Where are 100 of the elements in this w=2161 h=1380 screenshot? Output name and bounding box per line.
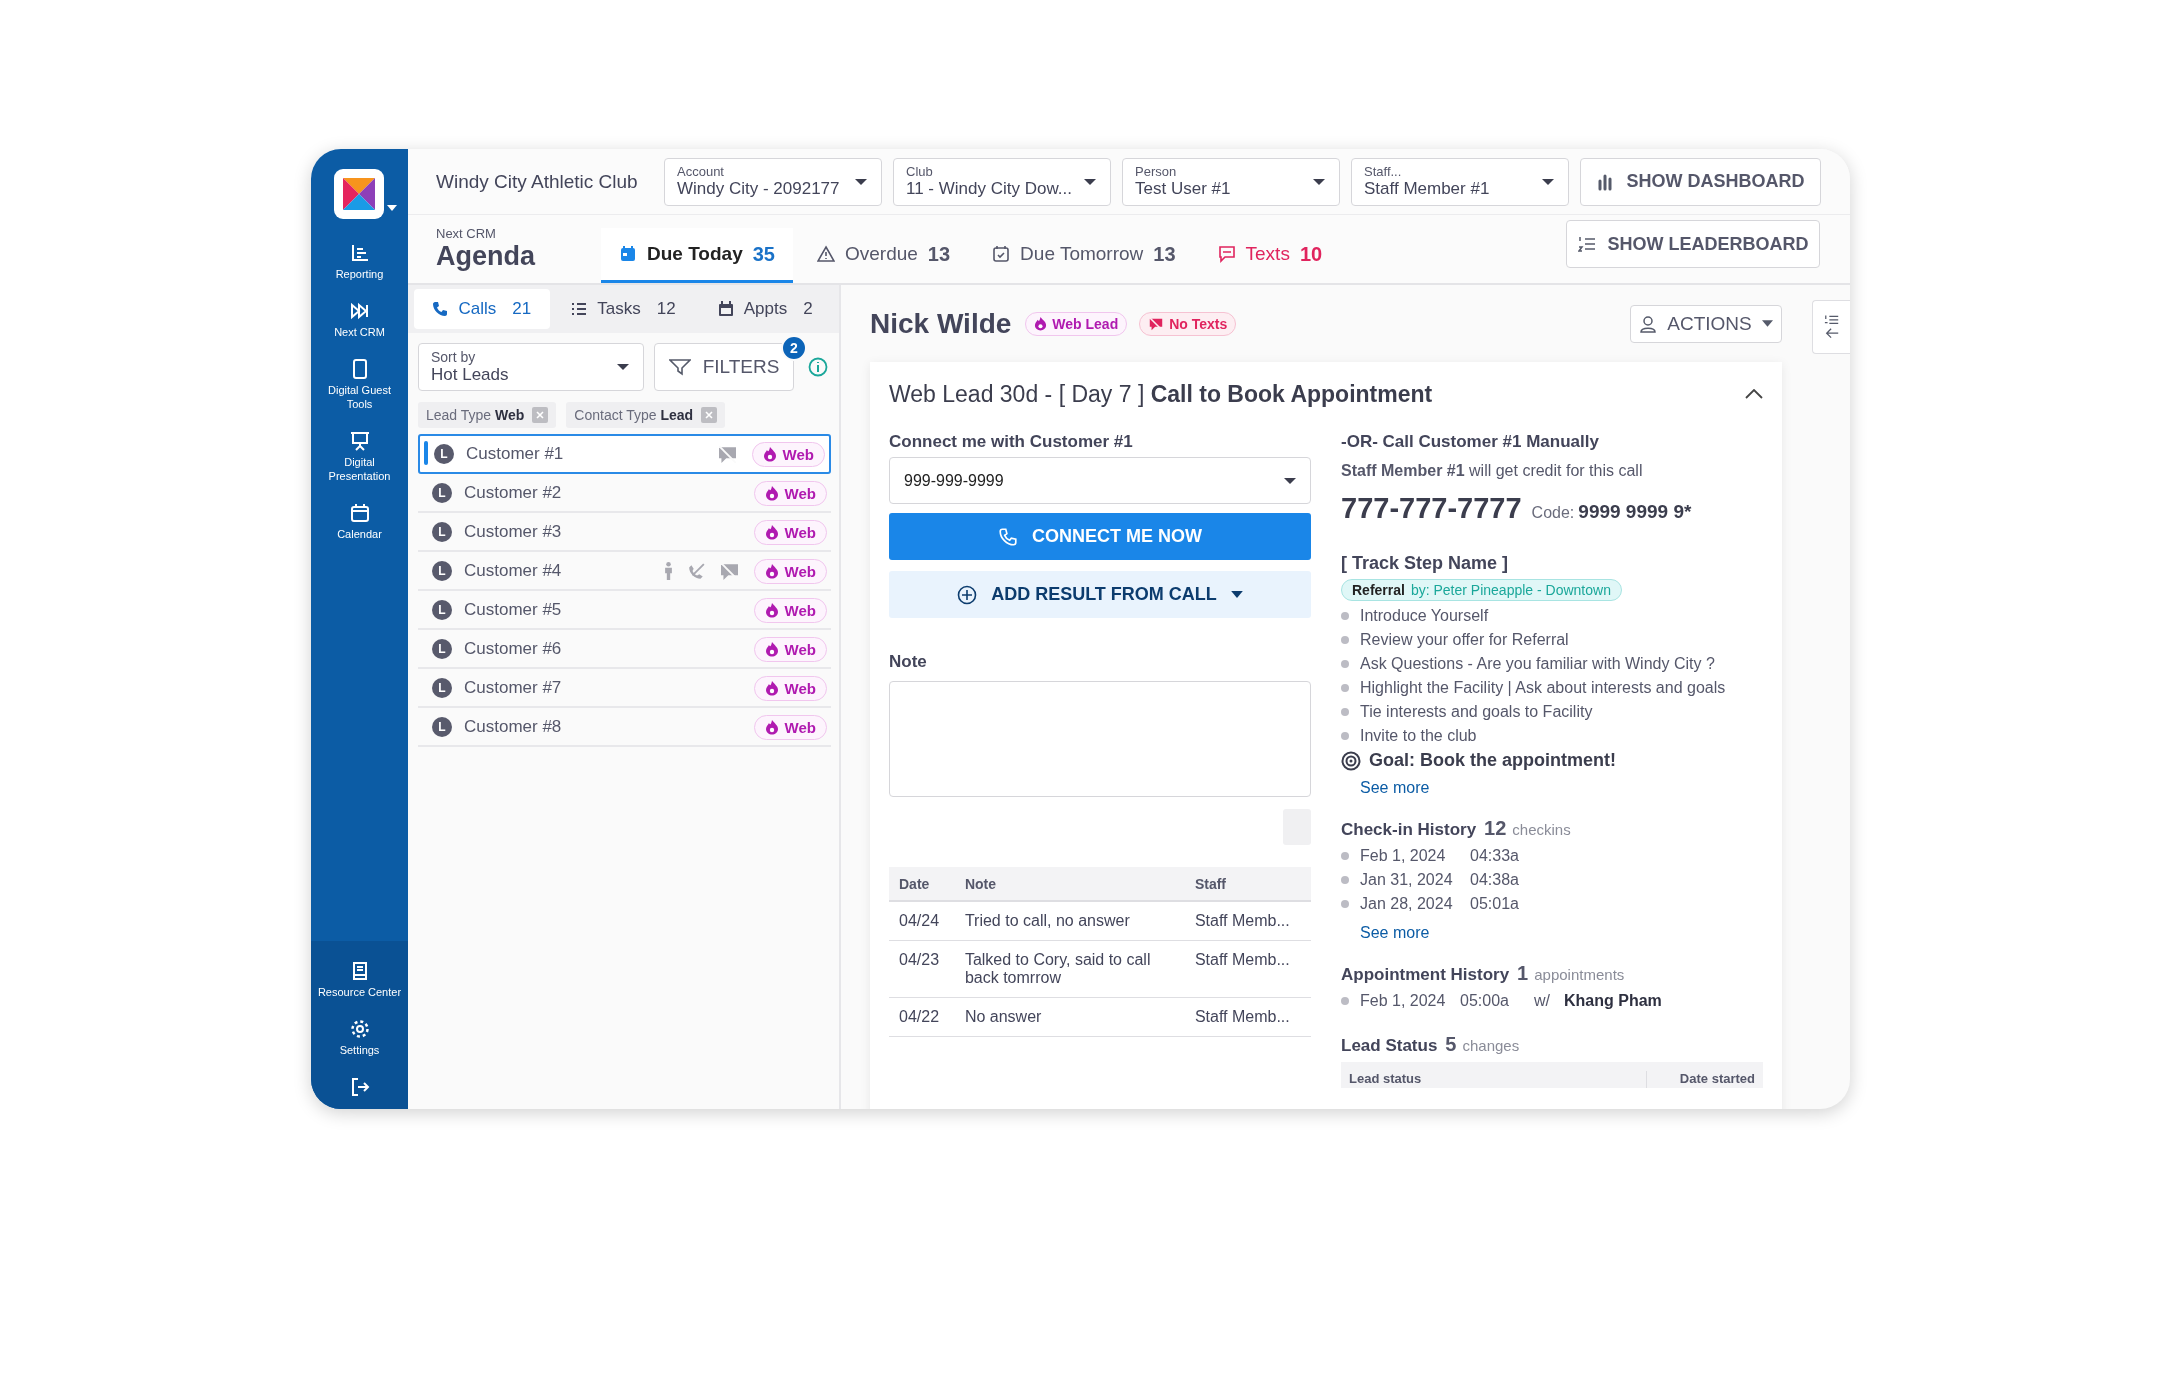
- flame-icon: [764, 641, 779, 657]
- referral-source: by: Peter Pineapple - Downtown: [1410, 582, 1611, 598]
- show-dashboard-button[interactable]: SHOW DASHBOARD: [1580, 157, 1821, 206]
- task-title: Web Lead 30d - [ Day 7 ] Call to Book Appointment: [889, 380, 1433, 408]
- bullet-icon: [1341, 876, 1349, 884]
- section-title: Lead Status: [1341, 1036, 1438, 1056]
- nav-label[interactable]: Digital Presentation: [314, 455, 405, 483]
- caret-icon: [1761, 320, 1773, 327]
- lead-avatar: L: [432, 717, 452, 737]
- table-cell: Staff Memb...: [1184, 901, 1311, 941]
- customer-name: Customer #2: [464, 483, 563, 503]
- list-tab[interactable]: Tasks 12: [555, 289, 692, 329]
- list-tab[interactable]: Appts 2: [697, 289, 833, 329]
- see-more-link[interactable]: See more: [1360, 779, 1763, 797]
- step-text: Introduce Yourself: [1360, 607, 1489, 625]
- page-subtitle: Next CRM: [436, 226, 497, 241]
- select-field[interactable]: Account Windy City - 2092177: [664, 157, 882, 206]
- see-more-link[interactable]: See more: [1360, 924, 1763, 942]
- customer-row[interactable]: L Customer #2 Web: [418, 475, 831, 513]
- unit-text: checkins: [1512, 821, 1571, 838]
- agenda-tab[interactable]: Texts 10: [1199, 228, 1341, 283]
- customer-row[interactable]: L Customer #8 Web: [418, 709, 831, 747]
- agenda-tab[interactable]: Overdue 13: [798, 228, 969, 283]
- actions-button[interactable]: ACTIONS: [1630, 304, 1782, 343]
- fast-forward-icon[interactable]: [349, 301, 370, 321]
- bullet-icon: [1341, 636, 1349, 644]
- nav-label[interactable]: Next CRM: [334, 325, 385, 339]
- date-text: Feb 1, 2024: [1360, 847, 1447, 865]
- time-text: 05:00a: [1460, 992, 1510, 1010]
- section-title: Check-in History: [1341, 820, 1477, 840]
- select-field[interactable]: Person Test User #1: [1122, 157, 1340, 206]
- sort-select[interactable]: Sort by Hot Leads: [418, 343, 644, 391]
- step-text: Review your offer for Referral: [1360, 631, 1569, 649]
- nav-label[interactable]: Resource Center: [317, 985, 402, 999]
- caret-icon[interactable]: [387, 205, 397, 211]
- select-field[interactable]: Staff... Staff Member #1: [1351, 157, 1569, 206]
- phone-icon: [432, 301, 449, 317]
- web-tag: Web: [753, 519, 827, 545]
- customer-row[interactable]: L Customer #1 Web: [418, 434, 831, 474]
- table-header-cell: Note: [954, 867, 1185, 901]
- nav-label[interactable]: Reporting: [335, 267, 384, 281]
- customer-row[interactable]: L Customer #6 Web: [418, 631, 831, 669]
- nav-label[interactable]: Settings: [339, 1043, 380, 1057]
- table-cell: 04/23: [889, 940, 955, 998]
- bullet-icon: [1341, 900, 1349, 908]
- goal-text: Goal: Book the appointment!: [1369, 750, 1616, 771]
- bar-chart-icon[interactable]: [349, 243, 370, 263]
- lead-avatar: L: [432, 483, 452, 503]
- logout-icon[interactable]: [349, 1077, 370, 1097]
- panel-toggle-button[interactable]: [1812, 300, 1850, 354]
- status-badge: No Texts: [1139, 311, 1237, 336]
- add-result-button[interactable]: ADD RESULT FROM CALL: [889, 571, 1311, 618]
- chevron-up-icon[interactable]: [1745, 389, 1763, 399]
- field-label: Connect me with Customer #1: [889, 432, 1134, 452]
- club-name: Windy City Athletic Club: [436, 170, 639, 193]
- show-leaderboard-button[interactable]: SHOW LEADERBOARD: [1566, 220, 1820, 268]
- table-header-cell: Lead status: [1341, 1071, 1647, 1088]
- select-field[interactable]: Club 11 - Windy City Dow...: [893, 157, 1111, 206]
- date-text: Jan 28, 2024: [1360, 895, 1454, 913]
- settings-icon[interactable]: [349, 1019, 370, 1039]
- presentation-icon[interactable]: [349, 431, 370, 451]
- note-field[interactable]: [889, 681, 1311, 797]
- customer-row[interactable]: L Customer #3 Web: [418, 514, 831, 552]
- filter-chip[interactable]: Lead Type Web: [418, 402, 557, 428]
- connect-button[interactable]: CONNECT ME NOW: [889, 513, 1311, 560]
- customer-row[interactable]: L Customer #4 Web: [418, 553, 831, 591]
- customer-row[interactable]: L Customer #7 Web: [418, 670, 831, 708]
- lead-avatar: L: [432, 600, 452, 620]
- logo-icon[interactable]: [334, 169, 384, 219]
- filter-icon: [668, 358, 691, 376]
- table-cell: Tried to call, no answer: [954, 901, 1185, 941]
- nav-label[interactable]: Digital Guest Tools: [314, 383, 405, 411]
- plus-circle-icon: [957, 584, 978, 605]
- filter-chip[interactable]: Contact Type Lead: [566, 402, 726, 428]
- flame-icon: [764, 563, 779, 579]
- bullet-icon: [1341, 612, 1349, 620]
- flame-icon: [764, 524, 779, 540]
- lead-avatar: L: [434, 444, 454, 464]
- customer-row[interactable]: L Customer #5 Web: [418, 592, 831, 630]
- phone-select[interactable]: 999-999-9999: [889, 457, 1311, 504]
- step-text: Invite to the club: [1360, 727, 1477, 745]
- info-icon[interactable]: [808, 357, 828, 377]
- person-icon: [1639, 314, 1658, 333]
- bar-chart-icon: [1596, 172, 1615, 191]
- table-header-cell: Date: [889, 867, 955, 901]
- numbered-list-icon: [1577, 235, 1596, 253]
- flame-icon: [1034, 316, 1048, 331]
- caret-icon: [1230, 591, 1243, 598]
- count-badge: 2: [781, 335, 807, 361]
- lead-avatar: L: [432, 678, 452, 698]
- nav-label[interactable]: Calendar: [337, 527, 382, 541]
- agenda-tab[interactable]: Due Today 35: [601, 228, 793, 283]
- table-cell: No answer: [954, 997, 1185, 1037]
- count-text: 1: [1517, 962, 1529, 985]
- staff-name: Khang Pham: [1564, 992, 1662, 1010]
- list-tab[interactable]: Calls 21: [414, 289, 550, 329]
- calendar-icon[interactable]: [349, 503, 370, 523]
- agenda-tab[interactable]: Due Tomorrow 13: [974, 228, 1194, 283]
- chip-label: Lead Type Web: [426, 407, 525, 423]
- date-text: Jan 31, 2024: [1360, 871, 1454, 889]
